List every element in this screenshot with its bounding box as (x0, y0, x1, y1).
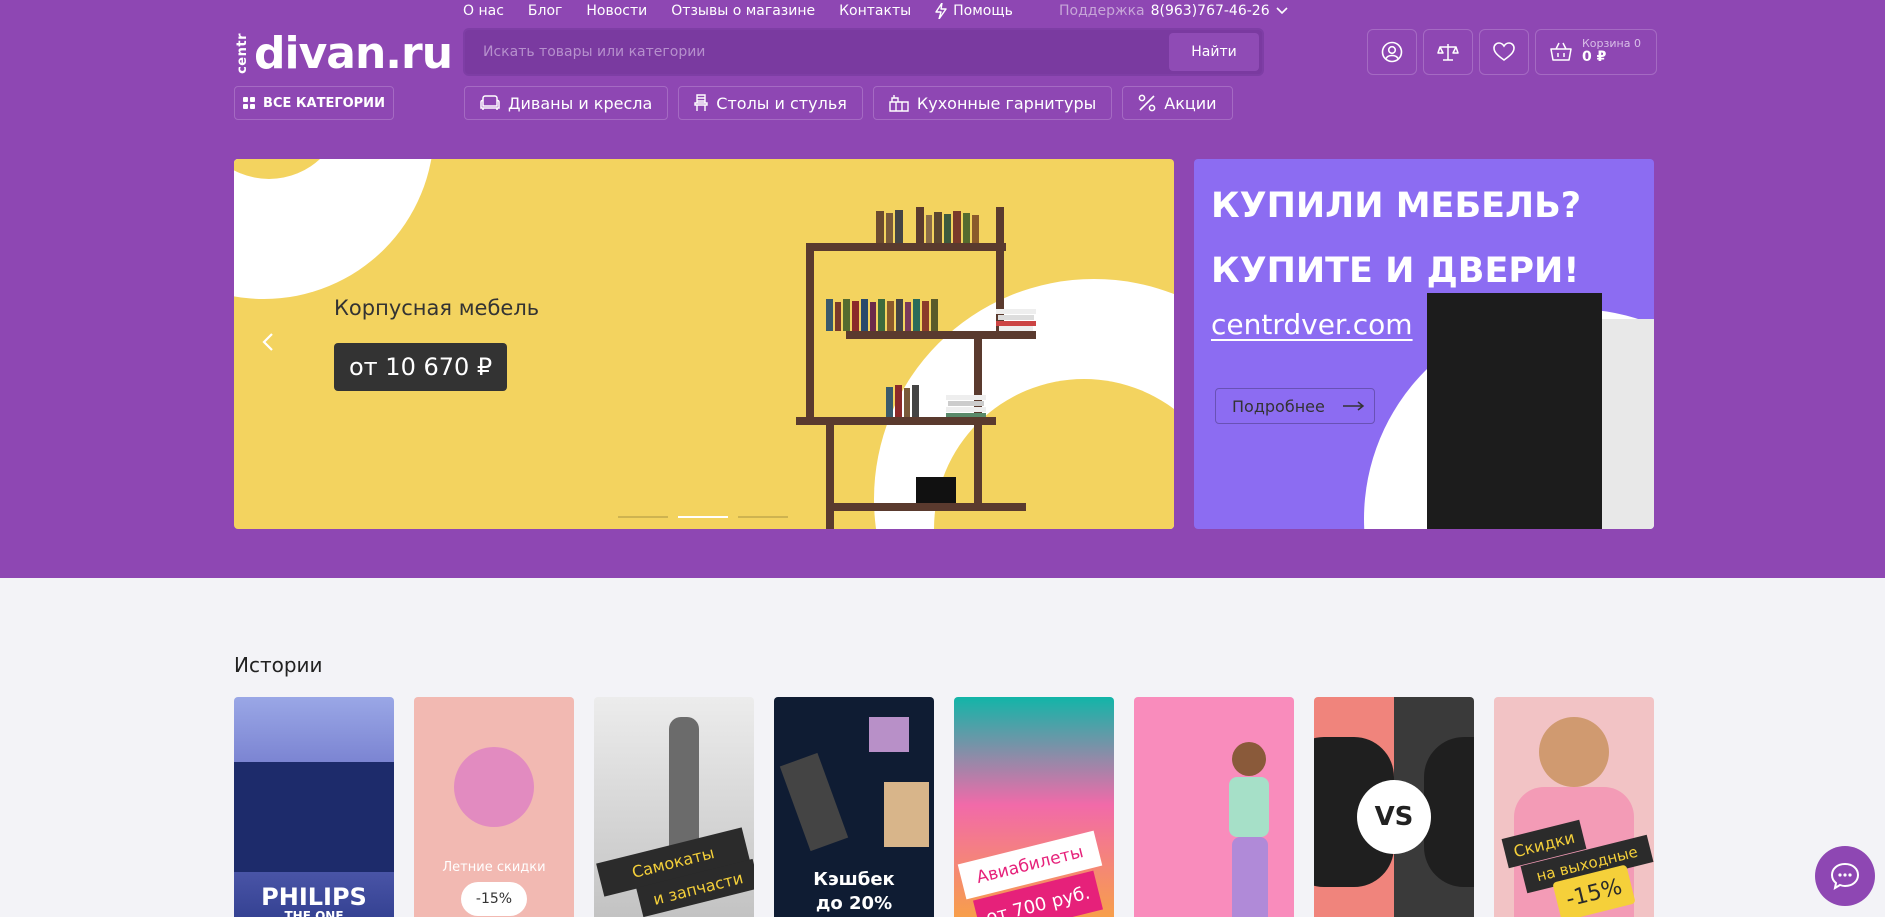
promo-more-button[interactable]: Подробнее (1215, 388, 1375, 424)
chevron-left-icon (262, 333, 273, 351)
account-button[interactable] (1367, 29, 1417, 75)
sofa-icon (480, 95, 500, 110)
hero-prev-button[interactable] (262, 329, 274, 359)
all-categories-button[interactable]: ВСЕ КАТЕГОРИИ (234, 86, 394, 120)
story-card[interactable]: Скидки на выходные -15% (1494, 697, 1654, 917)
category-sofas[interactable]: Диваны и кресла (464, 86, 669, 120)
category-tables-label: Столы и стулья (716, 93, 847, 113)
category-kitchens-label: Кухонные гарнитуры (916, 93, 1097, 113)
chair-icon (694, 94, 708, 111)
story-caption: Кэшбек (813, 869, 895, 890)
story-decor (454, 747, 534, 827)
hero-title: Корпусная мебель (334, 296, 540, 320)
door-image (1427, 293, 1602, 529)
story-terminal (779, 752, 849, 852)
cart-button[interactable]: Корзина 0 0 ₽ (1535, 29, 1657, 75)
hero-dot[interactable] (738, 516, 788, 518)
nav-help-label: Помощь (953, 3, 1013, 19)
hero-banner[interactable]: Корпусная мебель от 10 670 ₽ (234, 159, 1174, 529)
hero-price: от 10 670 ₽ (334, 343, 508, 391)
percent-icon (1138, 94, 1156, 112)
promo-heading: КУПИЛИ МЕБЕЛЬ? КУПИТЕ И ДВЕРИ! (1211, 174, 1581, 304)
story-card[interactable]: VS (1314, 697, 1474, 917)
search-bar: Найти (463, 28, 1264, 76)
top-nav: О нас Блог Новости Отзывы о магазине Кон… (463, 0, 1013, 22)
stories-title: Истории (234, 653, 323, 677)
chevron-down-icon (1276, 7, 1288, 15)
favorites-button[interactable] (1479, 29, 1529, 75)
story-gift (869, 717, 909, 752)
nav-contacts[interactable]: Контакты (839, 3, 911, 19)
story-bag (884, 782, 929, 847)
support-label: Поддержка (1059, 3, 1145, 19)
nav-blog[interactable]: Блог (528, 3, 562, 19)
nav-help[interactable]: Помощь (935, 3, 1013, 19)
nav-reviews[interactable]: Отзывы о магазине (671, 3, 815, 19)
story-watch (1424, 737, 1474, 887)
category-tables[interactable]: Столы и стулья (678, 86, 863, 120)
story-tv-screen (234, 762, 394, 872)
story-card[interactable]: Кэшбек до 20% (774, 697, 934, 917)
category-row: Диваны и кресла Столы и стулья Кухонные … (464, 86, 1233, 120)
support-number: 8(963)767-46-26 (1150, 3, 1270, 19)
grid-icon (243, 97, 256, 109)
kitchen-icon (889, 95, 909, 112)
cart-total: 0 ₽ (1582, 49, 1607, 66)
search-button[interactable]: Найти (1169, 33, 1259, 71)
compare-button[interactable] (1423, 29, 1473, 75)
logo-brand: divan.ru (254, 27, 453, 79)
story-caption: VS (1357, 780, 1431, 854)
story-badge: -15% (461, 882, 527, 916)
chat-icon (1830, 862, 1860, 890)
hero-pagination (618, 516, 788, 518)
hero-deco (234, 159, 434, 299)
category-kitchens[interactable]: Кухонные гарнитуры (872, 86, 1113, 120)
story-card[interactable]: PHILIPS THE ONE (234, 697, 394, 917)
story-person (669, 717, 699, 857)
basket-icon (1550, 42, 1572, 61)
promo-line1: КУПИЛИ МЕБЕЛЬ? (1211, 186, 1582, 226)
story-figure (1229, 777, 1269, 837)
support-phone[interactable]: Поддержка 8(963)767-46-26 (1059, 0, 1288, 22)
story-card[interactable]: Авиабилеты от 700 руб. (954, 697, 1114, 917)
hero-dot[interactable] (678, 516, 728, 518)
all-categories-label: ВСЕ КАТЕГОРИИ (263, 95, 385, 111)
story-caption: Летние скидки (442, 860, 546, 875)
site-logo[interactable]: centr divan.ru (235, 27, 453, 79)
user-icon (1381, 41, 1403, 63)
header-actions: Корзина 0 0 ₽ (1367, 29, 1657, 75)
nav-news[interactable]: Новости (586, 3, 647, 19)
arrow-right-icon (1342, 401, 1365, 411)
chat-widget-button[interactable] (1815, 846, 1875, 906)
bookshelf-image (796, 207, 1036, 529)
scales-icon (1437, 44, 1459, 61)
stories-row: PHILIPS THE ONE Летние скидки -15% Самок… (234, 697, 1654, 917)
door-image (1597, 319, 1654, 529)
promo-site-link[interactable]: centrdver.com (1211, 308, 1413, 341)
category-sale-label: Акции (1164, 93, 1217, 113)
story-figure (1232, 837, 1268, 917)
category-sale[interactable]: Акции (1122, 86, 1233, 120)
promo-line2: КУПИТЕ И ДВЕРИ! (1211, 251, 1580, 291)
story-figure (1232, 742, 1266, 776)
story-caption: PHILIPS (261, 883, 367, 911)
story-subcaption: до 20% (815, 893, 893, 914)
heart-icon (1493, 42, 1515, 61)
story-card[interactable]: Самокаты и запчасти (594, 697, 754, 917)
logo-centr: centr (235, 32, 250, 74)
story-subcaption: THE ONE (284, 909, 344, 917)
nav-about[interactable]: О нас (463, 3, 504, 19)
story-person (1539, 717, 1609, 787)
lightning-icon (935, 3, 947, 19)
promo-more-label: Подробнее (1232, 396, 1325, 416)
category-sofas-label: Диваны и кресла (508, 93, 653, 113)
search-input[interactable] (483, 30, 1163, 74)
promo-banner[interactable]: КУПИЛИ МЕБЕЛЬ? КУПИТЕ И ДВЕРИ! centrdver… (1194, 159, 1654, 529)
story-card[interactable]: Летние скидки -15% (414, 697, 574, 917)
story-card[interactable] (1134, 697, 1294, 917)
hero-dot[interactable] (618, 516, 668, 518)
